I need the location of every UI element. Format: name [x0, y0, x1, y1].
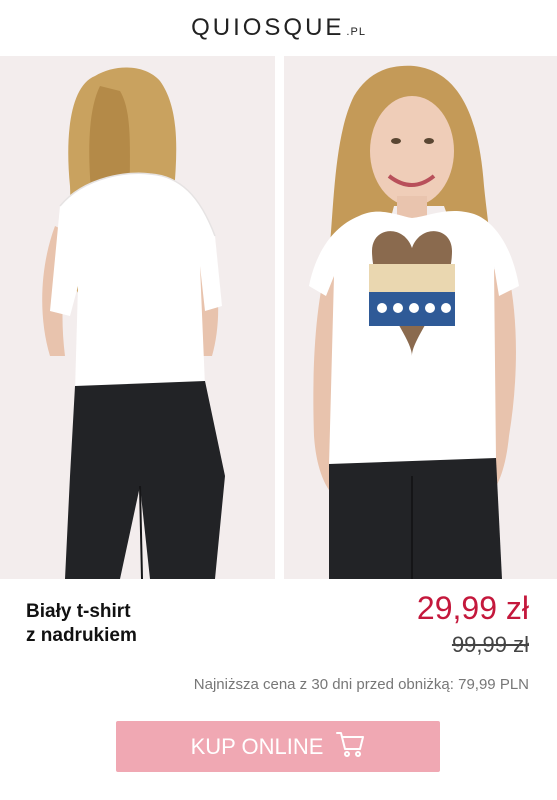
buy-online-label: KUP ONLINE: [190, 733, 324, 759]
model-back-illustration: [0, 56, 275, 579]
product-title-line2: z nadrukiem: [26, 625, 137, 646]
cart-icon: [335, 730, 365, 764]
brand-logo[interactable]: QUIOSQUE .PL: [191, 14, 366, 42]
lowest-price-note: Najniższa cena z 30 dni przed obniżką: 7…: [193, 676, 529, 693]
price-current: 29,99 zł: [416, 590, 529, 626]
header: QUIOSQUE .PL: [0, 0, 557, 56]
product-title-line1: Biały t-shirt: [26, 601, 131, 622]
product-title: Biały t-shirt z nadrukiem: [26, 600, 137, 648]
product-photo-back[interactable]: [0, 56, 275, 579]
buy-online-button[interactable]: KUP ONLINE: [116, 721, 440, 772]
brand-name: QUIOSQUE: [191, 14, 345, 41]
model-front-illustration: [284, 56, 557, 579]
price-old: 99,99 zł: [451, 632, 529, 657]
brand-suffix: .PL: [346, 26, 366, 38]
product-photo-front[interactable]: [284, 56, 557, 579]
